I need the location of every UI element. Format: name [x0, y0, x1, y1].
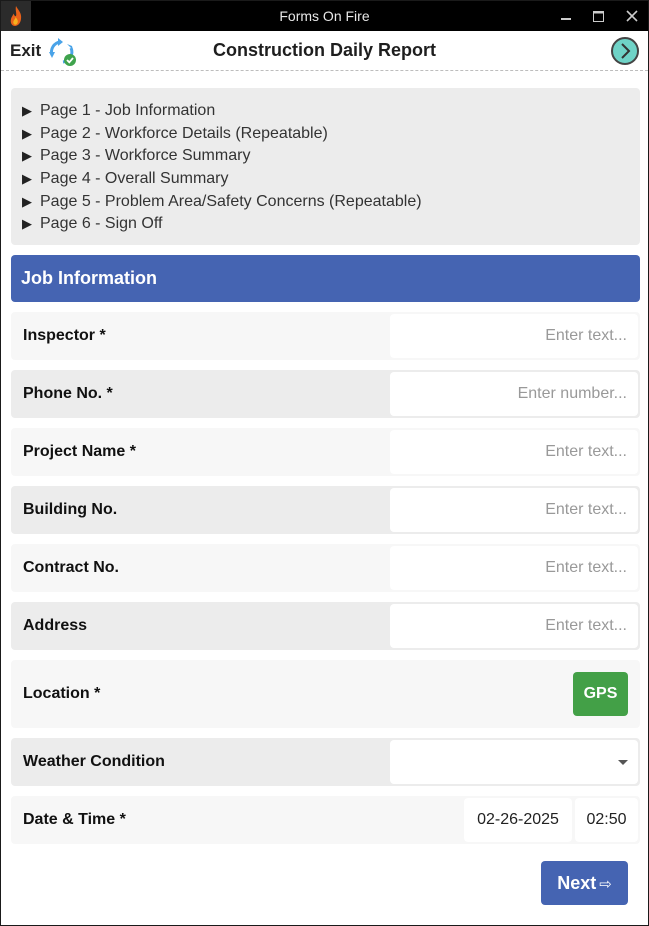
sync-icon[interactable] — [46, 37, 78, 67]
weather-select[interactable] — [390, 740, 638, 784]
triangle-right-icon: ▶ — [22, 216, 32, 232]
page-title: Construction Daily Report — [212, 40, 436, 60]
page-link-label: Page 4 - Overall Summary — [40, 170, 229, 188]
page-link-label: Page 2 - Workforce Details (Repeatable) — [40, 124, 328, 142]
field-row-weather: Weather Condition — [11, 738, 640, 786]
triangle-right-icon: ▶ — [22, 103, 32, 119]
page-link-5[interactable]: ▶ Page 5 - Problem Area/Safety Concerns … — [22, 190, 640, 213]
close-icon — [626, 10, 638, 22]
page-link-2[interactable]: ▶ Page 2 - Workforce Details (Repeatable… — [22, 123, 640, 146]
inspector-label: Inspector * — [23, 327, 106, 344]
date-time-label: Date & Time * — [23, 811, 126, 828]
triangle-right-icon: ▶ — [22, 125, 32, 141]
page-link-label: Page 3 - Workforce Summary — [40, 147, 251, 165]
triangle-right-icon: ▶ — [22, 148, 32, 164]
page-link-6[interactable]: ▶ Page 6 - Sign Off — [22, 213, 640, 236]
address-input[interactable]: Enter text... — [390, 604, 638, 648]
contract-no-label: Contract No. — [23, 559, 119, 576]
time-input[interactable]: 02:50 — [575, 798, 638, 842]
field-row-project-name: Project Name * Enter text... — [11, 428, 640, 476]
chevron-right-circle-icon — [611, 37, 639, 65]
page-link-4[interactable]: ▶ Page 4 - Overall Summary — [22, 168, 640, 191]
field-row-inspector: Inspector * Enter text... — [11, 312, 640, 360]
minimize-icon — [561, 18, 571, 20]
field-row-building-no: Building No. Enter text... — [11, 486, 640, 534]
project-name-label: Project Name * — [23, 443, 136, 460]
field-row-phone: Phone No. * Enter number... — [11, 370, 640, 418]
building-no-label: Building No. — [23, 501, 118, 518]
field-row-location: Location * GPS — [11, 660, 640, 728]
minimize-button[interactable] — [549, 1, 583, 31]
phone-input[interactable]: Enter number... — [390, 372, 638, 416]
page-link-label: Page 6 - Sign Off — [40, 215, 163, 233]
address-label: Address — [23, 617, 88, 634]
close-button[interactable] — [615, 1, 649, 31]
next-label: Next — [557, 873, 597, 893]
location-label: Location * — [23, 685, 101, 702]
title-bar: Forms On Fire — [1, 1, 648, 31]
app-window: Forms On Fire Exit Construction Daily Re… — [0, 0, 649, 926]
triangle-right-icon: ▶ — [22, 171, 32, 187]
triangle-right-icon: ▶ — [22, 193, 32, 209]
field-row-date-time: Date & Time * 02-26-2025 02:50 — [11, 796, 640, 844]
maximize-button[interactable] — [581, 1, 615, 31]
forward-button[interactable] — [610, 36, 640, 66]
page-navigation: ▶ Page 1 - Job Information ▶ Page 2 - Wo… — [11, 88, 640, 245]
phone-label: Phone No. * — [23, 385, 113, 402]
exit-button[interactable]: Exit — [10, 41, 41, 61]
page-link-3[interactable]: ▶ Page 3 - Workforce Summary — [22, 145, 640, 168]
form-header: Exit Construction Daily Report — [1, 31, 648, 71]
field-row-contract-no: Contract No. Enter text... — [11, 544, 640, 592]
page-link-label: Page 5 - Problem Area/Safety Concerns (R… — [40, 192, 422, 210]
maximize-icon — [592, 10, 604, 22]
gps-button[interactable]: GPS — [573, 672, 628, 716]
flame-icon — [1, 1, 31, 31]
next-button[interactable]: Next ⇨ — [541, 861, 628, 905]
section-header: Job Information — [11, 255, 640, 302]
caret-down-icon — [618, 760, 628, 765]
date-input[interactable]: 02-26-2025 — [464, 798, 572, 842]
contract-no-input[interactable]: Enter text... — [390, 546, 638, 590]
inspector-input[interactable]: Enter text... — [390, 314, 638, 358]
page-link-1[interactable]: ▶ Page 1 - Job Information — [22, 100, 640, 123]
arrow-right-icon: ⇨ — [599, 876, 612, 893]
page-link-label: Page 1 - Job Information — [40, 102, 216, 120]
field-row-address: Address Enter text... — [11, 602, 640, 650]
weather-label: Weather Condition — [23, 753, 165, 770]
building-no-input[interactable]: Enter text... — [390, 488, 638, 532]
project-name-input[interactable]: Enter text... — [390, 430, 638, 474]
